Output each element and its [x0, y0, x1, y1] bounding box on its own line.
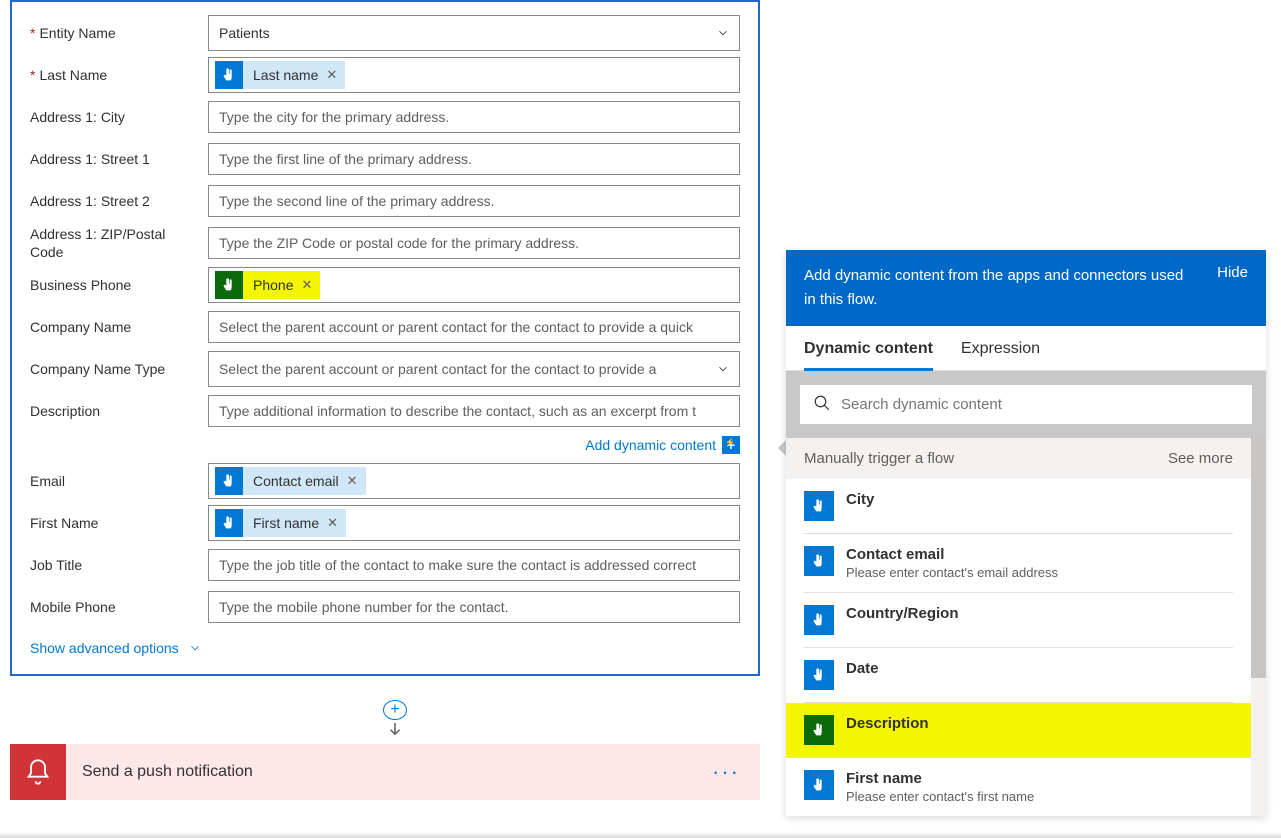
arrow-down-icon: [386, 720, 404, 741]
trigger-icon: [804, 546, 834, 576]
trigger-icon: [804, 605, 834, 635]
trigger-icon: [215, 509, 243, 537]
search-dynamic-content[interactable]: [800, 385, 1252, 424]
panel-hide-button[interactable]: Hide: [1217, 264, 1248, 281]
flow-connector: +: [382, 700, 408, 740]
label-business-phone: Business Phone: [30, 277, 200, 293]
trigger-icon: [215, 467, 243, 495]
item-title: Contact email: [846, 546, 1058, 563]
card-more-button[interactable]: ···: [692, 759, 760, 785]
label-job-title: Job Title: [30, 557, 200, 573]
remove-token-icon[interactable]: ✕: [326, 67, 337, 83]
push-title: Send a push notification: [66, 763, 692, 781]
chevron-down-icon: [713, 359, 733, 379]
token-contact-email[interactable]: Contact email ✕: [215, 467, 366, 495]
token-phone[interactable]: Phone ✕: [215, 271, 320, 299]
add-step-button[interactable]: +: [383, 700, 407, 720]
business-phone-input[interactable]: Phone ✕: [208, 267, 740, 303]
show-advanced-options-link[interactable]: Show advanced options: [30, 628, 205, 658]
last-name-input[interactable]: Last name ✕: [208, 57, 740, 93]
trigger-icon: [804, 491, 834, 521]
item-subtitle: Please enter contact's email address: [846, 565, 1058, 580]
dynamic-content-item[interactable]: Contact email Please enter contact's emai…: [804, 534, 1233, 593]
dynamic-content-item[interactable]: First name Please enter contact's first n…: [804, 758, 1233, 816]
dynamic-content-item[interactable]: City: [804, 479, 1233, 534]
label-street2: Address 1: Street 2: [30, 193, 200, 209]
dynamic-content-item[interactable]: Date: [804, 648, 1233, 703]
email-input[interactable]: Contact email ✕: [208, 463, 740, 499]
bell-icon: [10, 744, 66, 800]
remove-token-icon[interactable]: ✕: [347, 473, 358, 489]
label-company-type: Company Name Type: [30, 361, 200, 377]
street2-input[interactable]: Type the second line of the primary addr…: [208, 185, 740, 217]
label-email: Email: [30, 473, 200, 489]
street1-input[interactable]: Type the first line of the primary addre…: [208, 143, 740, 175]
trigger-icon: [804, 660, 834, 690]
label-entity-name: *Entity Name: [30, 25, 200, 41]
see-more-link[interactable]: See more: [1168, 450, 1233, 467]
tab-expression[interactable]: Expression: [961, 340, 1040, 370]
trigger-icon: [804, 770, 834, 800]
trigger-icon: [215, 61, 243, 89]
trigger-icon: [804, 715, 834, 745]
search-input[interactable]: [841, 396, 1239, 413]
label-mobile: Mobile Phone: [30, 599, 200, 615]
label-city: Address 1: City: [30, 109, 200, 125]
label-first-name: First Name: [30, 515, 200, 531]
item-title: Description: [846, 715, 929, 732]
label-zip: Address 1: ZIP/Postal Code: [30, 225, 200, 261]
item-title: City: [846, 491, 874, 508]
trigger-icon: [215, 271, 243, 299]
token-last-name[interactable]: Last name ✕: [215, 61, 345, 89]
company-type-select[interactable]: Select the parent account or parent cont…: [208, 351, 740, 387]
group-title: Manually trigger a flow: [804, 450, 954, 467]
item-subtitle: Please enter contact's first name: [846, 789, 1034, 804]
description-input[interactable]: Type additional information to describe …: [208, 395, 740, 427]
label-last-name: *Last Name: [30, 67, 200, 83]
panel-header-text: Add dynamic content from the apps and co…: [804, 264, 1197, 312]
first-name-input[interactable]: First name ✕: [208, 505, 740, 541]
dynamic-content-panel: Add dynamic content from the apps and co…: [786, 250, 1266, 816]
item-title: Date: [846, 660, 879, 677]
item-title: Country/Region: [846, 605, 959, 622]
item-title: First name: [846, 770, 1034, 787]
remove-token-icon[interactable]: ✕: [327, 515, 338, 531]
push-notification-card[interactable]: Send a push notification ···: [10, 744, 760, 800]
job-title-input[interactable]: Type the job title of the contact to mak…: [208, 549, 740, 581]
action-card: *Entity Name Patients *Last Name Last na…: [10, 0, 760, 676]
label-company: Company Name: [30, 319, 200, 335]
dynamic-content-item[interactable]: Country/Region: [804, 593, 1233, 648]
city-input[interactable]: Type the city for the primary address.: [208, 101, 740, 133]
token-first-name[interactable]: First name ✕: [215, 509, 346, 537]
tab-dynamic-content[interactable]: Dynamic content: [804, 340, 933, 371]
add-dynamic-content-button[interactable]: +⚡: [722, 436, 740, 454]
company-input[interactable]: Select the parent account or parent cont…: [208, 311, 740, 343]
zip-input[interactable]: Type the ZIP Code or postal code for the…: [208, 227, 740, 259]
label-street1: Address 1: Street 1: [30, 151, 200, 167]
chevron-down-icon: [185, 638, 205, 658]
add-dynamic-content-link[interactable]: Add dynamic content: [585, 437, 716, 453]
remove-token-icon[interactable]: ✕: [301, 277, 312, 293]
label-description: Description: [30, 403, 200, 419]
entity-name-select[interactable]: Patients: [208, 15, 740, 51]
chevron-down-icon: [713, 23, 733, 43]
panel-scrollbar[interactable]: [1251, 438, 1266, 816]
dynamic-content-item[interactable]: Description: [786, 703, 1251, 758]
search-icon: [813, 394, 831, 415]
mobile-input[interactable]: Type the mobile phone number for the con…: [208, 591, 740, 623]
